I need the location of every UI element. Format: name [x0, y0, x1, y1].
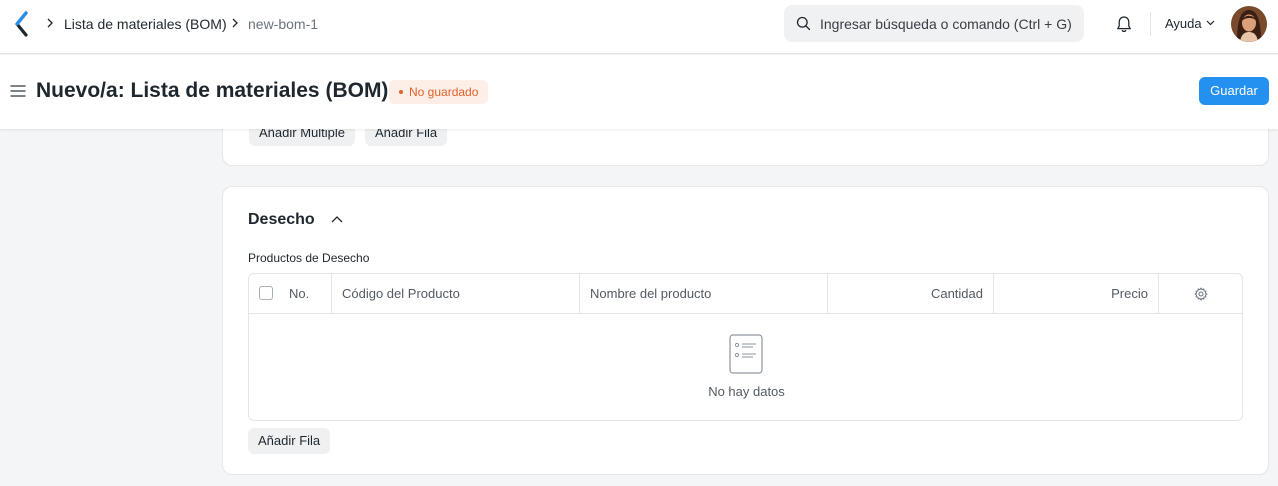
column-header-item-name: Nombre del producto: [580, 274, 828, 313]
search-icon: [796, 16, 811, 31]
page-head: Nuevo/a: Lista de materiales (BOM) No gu…: [0, 55, 1278, 129]
empty-list-icon: [729, 334, 763, 374]
scrap-items-table: No. Código del Producto Nombre del produ…: [248, 273, 1243, 421]
gear-icon[interactable]: [1194, 287, 1208, 301]
column-header-no: No.: [289, 286, 310, 301]
chevron-down-icon[interactable]: [1206, 20, 1215, 26]
scrap-section: Desecho Productos de Desecho No. Código …: [222, 186, 1269, 475]
chevron-right-icon: [47, 18, 53, 28]
notification-bell-icon[interactable]: [1114, 14, 1134, 34]
chevron-up-icon[interactable]: [331, 215, 343, 223]
breadcrumb-bom-list[interactable]: Lista de materiales (BOM): [64, 16, 227, 32]
page-title: Nuevo/a: Lista de materiales (BOM): [36, 79, 389, 102]
table-header: No. Código del Producto Nombre del produ…: [249, 274, 1242, 314]
search-input[interactable]: Ingresar búsqueda o comando (Ctrl + G): [784, 5, 1084, 42]
avatar-image: [1231, 6, 1267, 42]
section-title[interactable]: Desecho: [248, 210, 315, 230]
status-label: No guardado: [409, 85, 479, 99]
save-button[interactable]: Guardar: [1199, 77, 1269, 105]
app-logo-icon[interactable]: [14, 11, 30, 37]
column-header-rate: Precio: [994, 274, 1159, 313]
column-no: No.: [249, 274, 332, 313]
sidebar-toggle-icon[interactable]: [10, 84, 26, 98]
add-row-button[interactable]: Añadir Fila: [248, 428, 331, 454]
navbar: Lista de materiales (BOM) new-bom-1 Ingr…: [0, 0, 1278, 54]
chevron-right-icon: [232, 18, 238, 28]
status-badge: No guardado: [389, 80, 489, 104]
navbar-divider: [1150, 12, 1151, 36]
search-placeholder: Ingresar búsqueda o comando (Ctrl + G): [820, 16, 1072, 32]
help-dropdown[interactable]: Ayuda: [1165, 16, 1202, 32]
breadcrumb-current[interactable]: new-bom-1: [248, 16, 318, 32]
user-avatar[interactable]: [1231, 6, 1267, 42]
status-dot: [399, 90, 403, 94]
column-header-quantity: Cantidad: [828, 274, 994, 313]
field-label: Productos de Desecho: [248, 251, 370, 265]
column-settings[interactable]: [1159, 274, 1242, 313]
select-all-checkbox[interactable]: [259, 286, 273, 300]
empty-state-text: No hay datos: [708, 384, 785, 399]
column-header-item-code: Código del Producto: [332, 274, 580, 313]
